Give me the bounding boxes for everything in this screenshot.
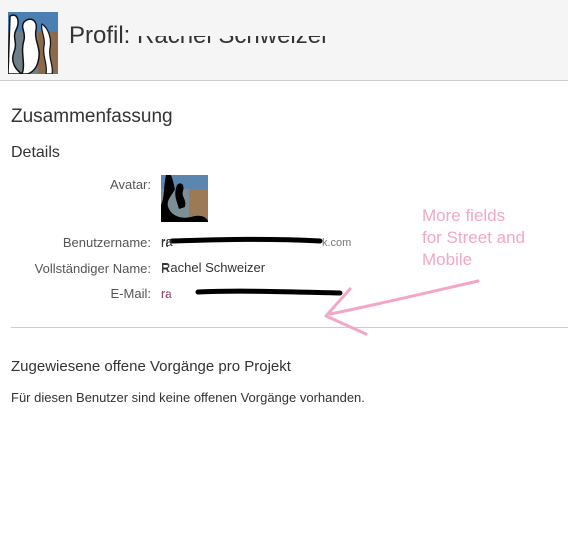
email-label: E-Mail: bbox=[110, 286, 151, 301]
section-divider bbox=[11, 327, 568, 328]
issues-empty-text: Für diesen Benutzer sind keine offenen V… bbox=[11, 390, 365, 405]
username-value: rachel.schweizer@outlook.com bbox=[161, 235, 342, 250]
email-link[interactable]: rachel.schweizer@outlook.com bbox=[161, 286, 361, 301]
annotation-note: More fields for Street and Mobile bbox=[422, 206, 526, 269]
details-title: Details bbox=[11, 144, 60, 161]
username-label: Benutzername: bbox=[62, 235, 151, 250]
issues-title: Zugewiesene offene Vorgänge pro Projekt bbox=[11, 358, 291, 375]
fullname-label: Vollständiger Name: bbox=[34, 261, 151, 276]
avatar-label: Avatar: bbox=[110, 177, 151, 192]
page-title-prefix: Profil: bbox=[69, 22, 138, 49]
profile-page: Profil: Rachel Schweizer Zusammenfassung… bbox=[0, 0, 568, 538]
title-redaction bbox=[131, 22, 341, 36]
page-header: Profil: Rachel Schweizer bbox=[0, 0, 568, 81]
header-avatar-icon bbox=[8, 12, 58, 74]
fullname-value: Rachel Schweizer bbox=[161, 261, 266, 276]
user-avatar-image bbox=[161, 175, 208, 222]
section-title: Zusammenfassung bbox=[11, 106, 173, 127]
